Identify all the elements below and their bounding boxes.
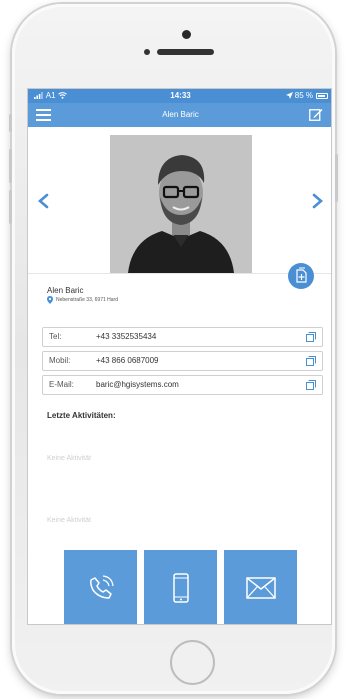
mute-switch [9, 114, 12, 132]
front-camera [182, 30, 191, 39]
nav-title: Alen Baric [162, 110, 199, 119]
email-field-label: E-Mail: [49, 380, 74, 389]
copy-phone-icon[interactable] [306, 332, 316, 342]
add-document-icon [296, 267, 307, 283]
next-contact-arrow-icon[interactable] [311, 193, 325, 209]
copy-mobile-icon[interactable] [306, 356, 316, 366]
proximity-sensor [144, 49, 150, 55]
contact-address[interactable]: Nebenstraße 33, 6971 Hard [47, 296, 118, 304]
volume-up-button [9, 149, 12, 183]
header-divider [28, 273, 331, 274]
battery-icon [316, 93, 328, 99]
phone-field[interactable]: Tel: +43 3352535434 [42, 327, 323, 347]
earpiece-speaker [157, 49, 214, 55]
phone-field-value[interactable]: +43 3352535434 [96, 328, 156, 346]
edit-icon[interactable] [309, 108, 323, 121]
status-right: 85 % [285, 89, 313, 103]
address-text: Nebenstraße 33, 6971 Hard [56, 297, 118, 303]
location-arrow-icon [285, 92, 293, 99]
mobile-field[interactable]: Mobil: +43 866 0687009 [42, 351, 323, 371]
nav-bar: Alen Baric [28, 103, 331, 127]
power-button [335, 154, 338, 202]
email-field[interactable]: E-Mail: baric@hgisystems.com [42, 375, 323, 395]
portrait-illustration [110, 135, 252, 273]
contact-name: Alen Baric [47, 286, 84, 295]
mail-icon [245, 577, 276, 599]
email-button[interactable] [224, 550, 297, 624]
mobile-call-button[interactable] [144, 550, 217, 624]
copy-email-icon[interactable] [306, 380, 316, 390]
recent-activities-title: Letzte Aktivitäten: [47, 411, 116, 420]
contact-photo [110, 135, 252, 273]
call-button[interactable] [64, 550, 137, 624]
home-button[interactable] [170, 640, 215, 685]
volume-down-button [9, 190, 12, 224]
phone-screen: A1 14:33 85 % Alen Baric Alen Baric Nebe… [27, 88, 332, 625]
mobile-field-label: Mobil: [49, 356, 71, 365]
location-pin-icon [47, 296, 53, 304]
mobile-field-value[interactable]: +43 866 0687009 [96, 352, 159, 370]
email-field-value[interactable]: baric@hgisystems.com [96, 376, 179, 394]
no-activity-text: Keine Aktivität [47, 455, 91, 462]
previous-contact-arrow-icon[interactable] [36, 193, 50, 209]
battery-percentage: 85 % [294, 91, 313, 100]
add-document-button[interactable] [288, 263, 314, 289]
phone-icon [89, 575, 114, 599]
phone-field-label: Tel: [49, 332, 62, 341]
status-bar: A1 14:33 85 % [28, 89, 331, 103]
no-activity-text: Keine Aktivität [47, 517, 91, 524]
mobile-icon [172, 573, 189, 603]
